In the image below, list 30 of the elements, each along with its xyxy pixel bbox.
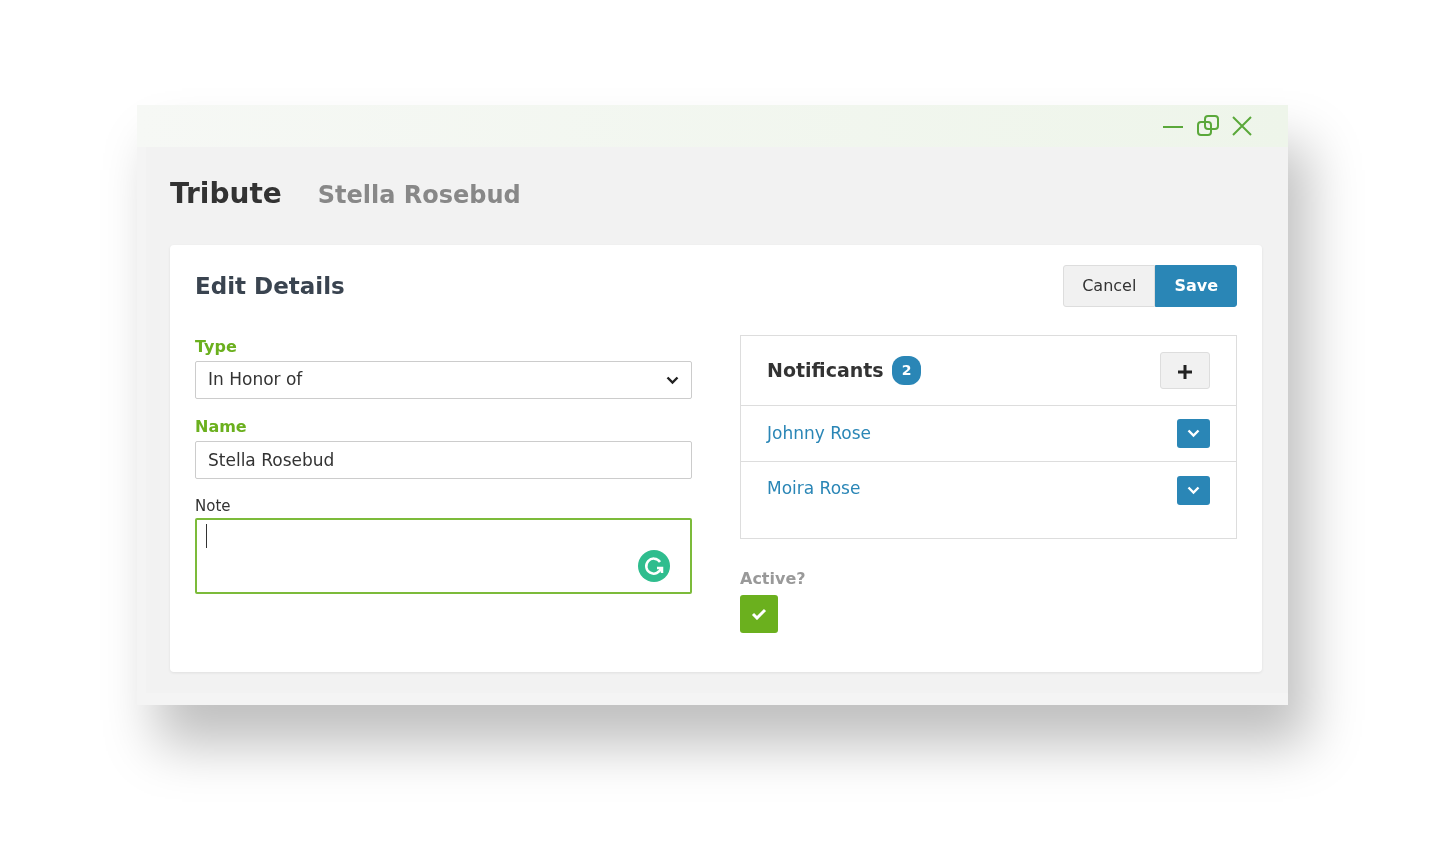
page-subtitle: Stella Rosebud	[317, 180, 521, 211]
card-title: Edit Details	[195, 271, 345, 301]
field-label: Name	[195, 416, 248, 438]
active-checkbox[interactable]	[740, 595, 778, 633]
expand-button[interactable]	[1177, 476, 1210, 505]
add-button[interactable]	[1160, 352, 1210, 389]
type-dropdown[interactable]: In Honor of	[195, 361, 692, 399]
chevron-down-icon	[1187, 486, 1200, 495]
text-cursor	[206, 523, 207, 548]
notificant-name[interactable]: Johnny Rose	[767, 420, 871, 447]
dropdown-value: In Honor of	[208, 368, 303, 392]
panel-title: Notificants	[767, 358, 884, 384]
notificant-name[interactable]: Moira Rose	[767, 476, 861, 502]
field-label: Note	[195, 496, 232, 517]
checkbox-label: Active?	[740, 568, 807, 590]
chevron-down-icon	[666, 375, 679, 385]
cancel-button[interactable]: Cancel	[1063, 265, 1156, 307]
close-icon[interactable]	[1232, 116, 1252, 136]
restore-icon[interactable]	[1196, 114, 1220, 138]
expand-button[interactable]	[1177, 419, 1210, 448]
name-field[interactable]: Stella Rosebud	[195, 441, 692, 479]
count-badge: 2	[891, 356, 922, 385]
field-label: Type	[195, 336, 238, 358]
plus-icon	[1178, 364, 1192, 379]
chevron-down-icon	[1187, 429, 1200, 438]
save-button[interactable]: Save	[1155, 265, 1237, 307]
note-field[interactable]	[195, 517, 692, 594]
page-title: Tribute	[170, 176, 282, 212]
refresh-icon	[638, 549, 670, 582]
checkmark-icon	[751, 608, 767, 620]
